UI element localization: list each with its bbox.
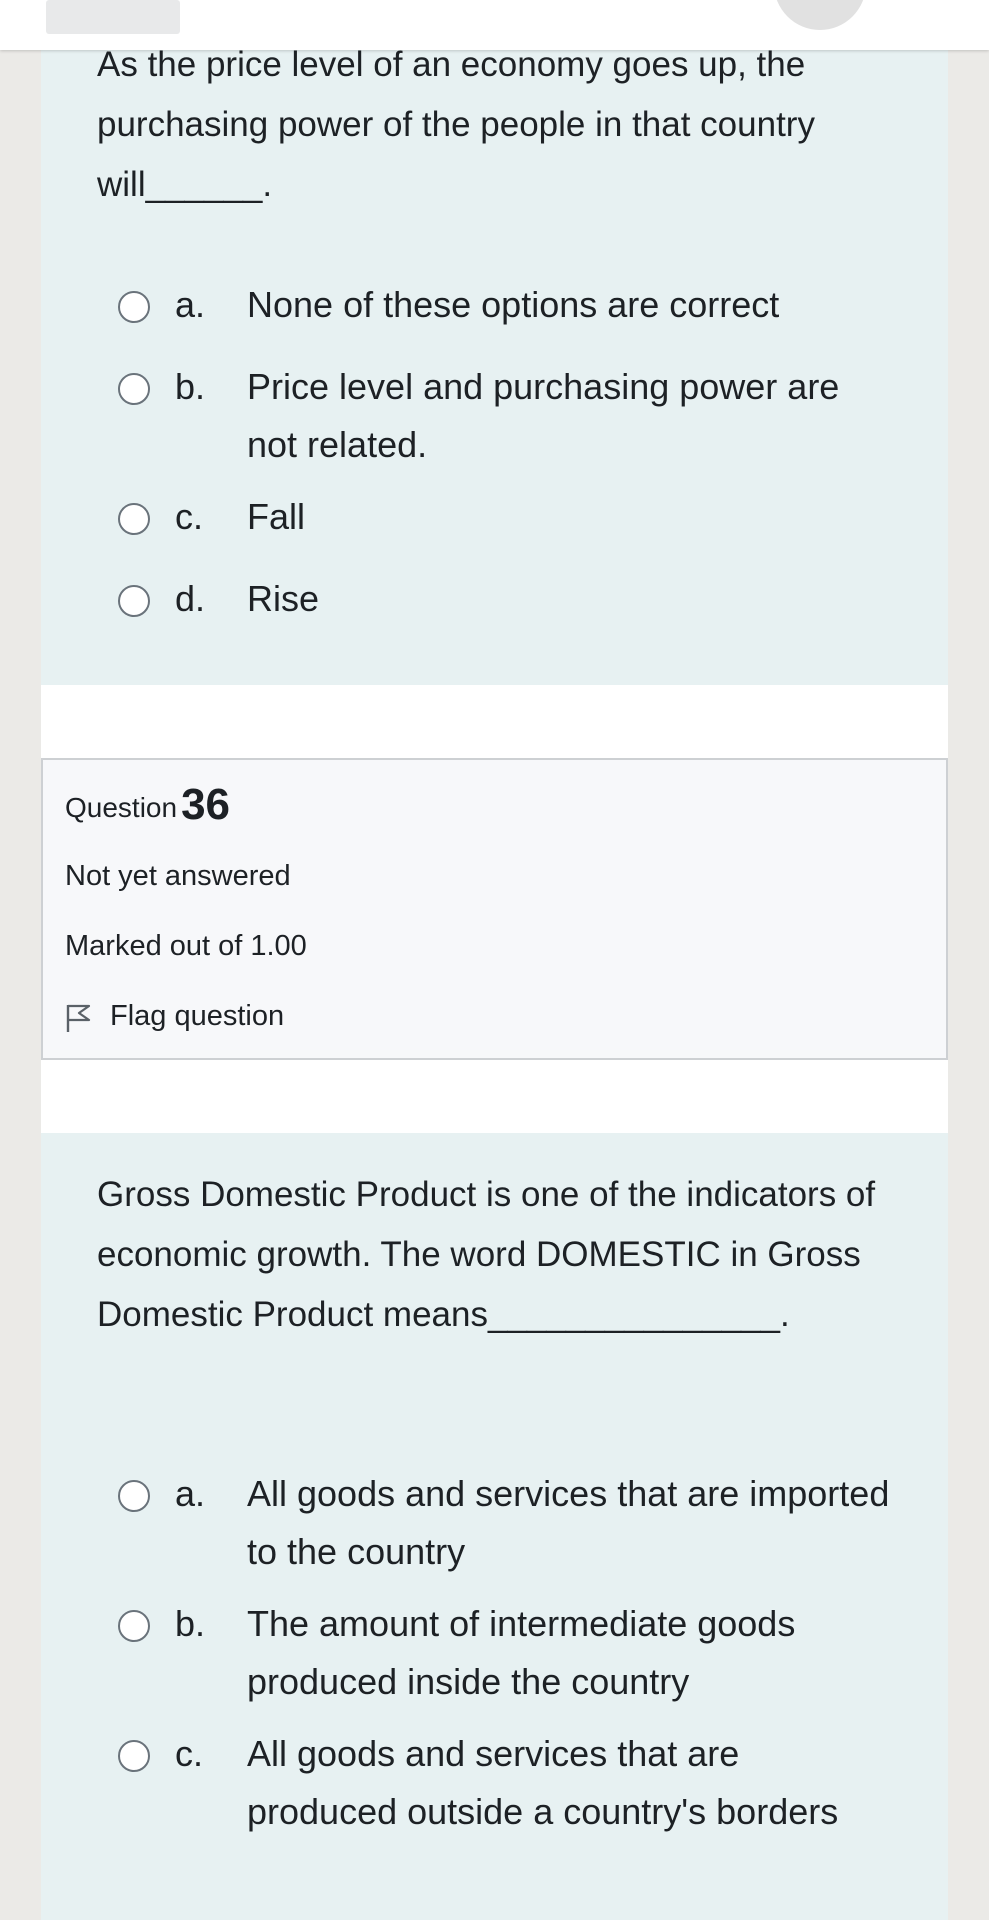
radio-button[interactable] xyxy=(118,1610,150,1642)
radio-button[interactable] xyxy=(118,291,150,323)
radio-button[interactable] xyxy=(118,373,150,405)
flag-question-label: Flag question xyxy=(110,1000,285,1032)
nav-menu-button[interactable] xyxy=(46,0,180,34)
option-letter: b. xyxy=(175,1603,206,1644)
question-36-text: Gross Domestic Product is one of the ind… xyxy=(97,1175,876,1334)
option-text: Fall xyxy=(247,496,306,537)
option-text: Price level and purchasing power are not… xyxy=(247,366,840,465)
top-navbar xyxy=(0,0,989,50)
option-letter: c. xyxy=(175,1733,204,1774)
question-state: Not yet answered xyxy=(65,860,291,892)
flag-icon xyxy=(66,1004,91,1032)
option-letter: a. xyxy=(175,284,206,325)
option-text: All goods and services that are imported… xyxy=(247,1473,890,1572)
option-text: All goods and services that are produced… xyxy=(247,1733,839,1832)
user-avatar[interactable] xyxy=(774,0,866,30)
option-letter: d. xyxy=(175,578,206,619)
radio-button[interactable] xyxy=(118,585,150,617)
option-letter: a. xyxy=(175,1473,206,1514)
option-text: None of these options are correct xyxy=(247,284,780,325)
question-35-text: As the price level of an economy goes up… xyxy=(97,45,815,204)
option-letter: c. xyxy=(175,496,204,537)
question-36-info: Question36 Not yet answered Marked out o… xyxy=(41,758,948,1060)
question-number-value: 36 xyxy=(181,780,231,829)
option-text: Rise xyxy=(247,578,320,619)
question-number: Question36 xyxy=(65,780,230,833)
option-letter: b. xyxy=(175,366,206,407)
radio-button[interactable] xyxy=(118,503,150,535)
question-grade: Marked out of 1.00 xyxy=(65,930,307,962)
option-text: The amount of intermediate goods produce… xyxy=(247,1603,796,1702)
radio-button[interactable] xyxy=(118,1480,150,1512)
radio-button[interactable] xyxy=(118,1740,150,1772)
question-label: Question xyxy=(65,792,178,823)
